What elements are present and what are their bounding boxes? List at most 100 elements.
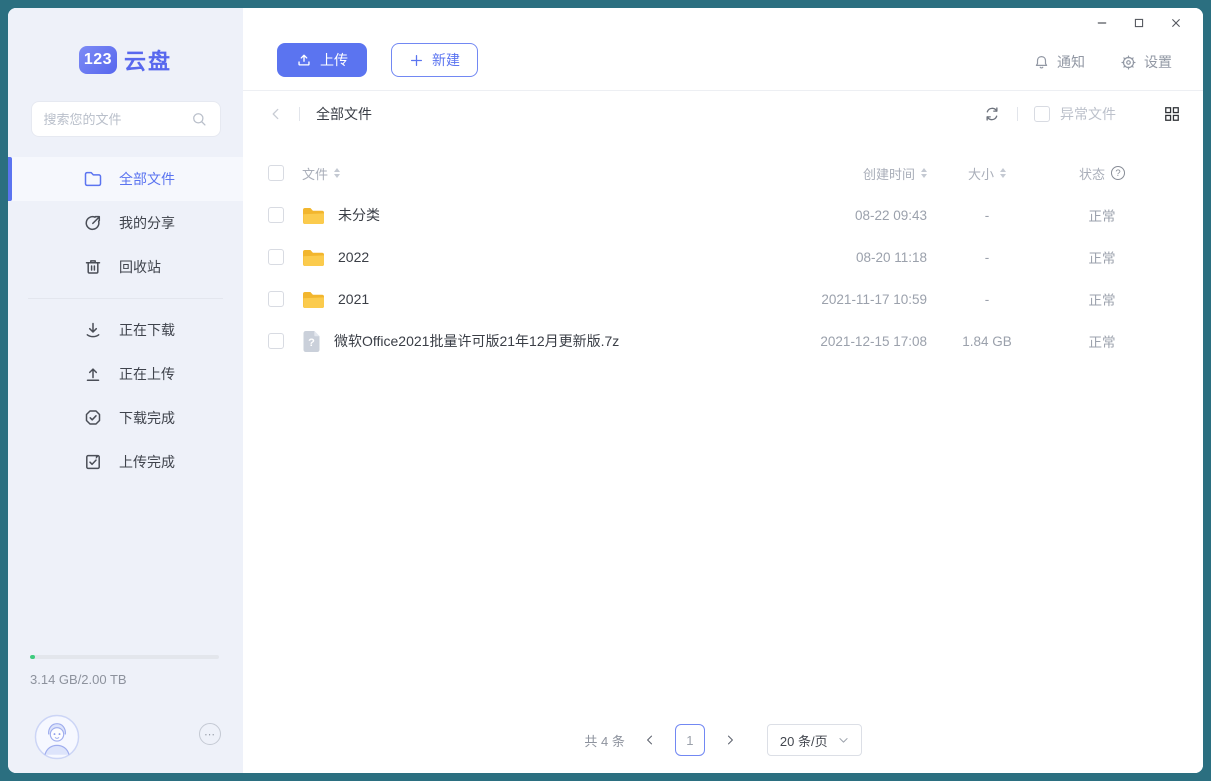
new-button-label: 新建 xyxy=(432,50,460,70)
logo-text: 云盘 xyxy=(124,44,172,76)
search-input[interactable] xyxy=(44,112,191,127)
sidebar-item-download-done[interactable]: 下载完成 xyxy=(8,396,243,440)
sidebar-item-label: 下载完成 xyxy=(119,408,175,428)
row-checkbox[interactable] xyxy=(268,291,284,307)
row-checkbox[interactable] xyxy=(268,249,284,265)
folder-icon xyxy=(302,290,325,309)
column-header-size[interactable]: 大小 xyxy=(927,164,1047,183)
sidebar-item-label: 我的分享 xyxy=(119,213,175,233)
sidebar-item-upload-done[interactable]: 上传完成 xyxy=(8,440,243,484)
close-button[interactable] xyxy=(1169,16,1183,30)
row-checkbox[interactable] xyxy=(268,333,284,349)
unknown-file-icon: ? xyxy=(302,330,321,353)
more-options-button[interactable]: ⋯ xyxy=(199,723,221,745)
sort-icon[interactable] xyxy=(334,168,340,178)
search-box[interactable] xyxy=(31,101,221,137)
column-header-label: 状态 xyxy=(1079,164,1105,183)
downloading-icon xyxy=(83,320,103,340)
column-header-label: 创建时间 xyxy=(863,164,915,183)
status-cell: 正常 xyxy=(1047,247,1157,267)
top-right-menu: 通知 设置 xyxy=(1033,52,1172,72)
storage-quota: 3.14 GB/2.00 TB xyxy=(30,655,219,687)
refresh-icon[interactable] xyxy=(983,105,1001,123)
main-panel: 上传 新建 通知 设置 全部文件 xyxy=(243,8,1203,773)
notifications-button[interactable]: 通知 xyxy=(1033,52,1085,72)
table-row[interactable]: 2021 2021-11-17 10:59 - 正常 xyxy=(243,278,1203,320)
sidebar-item-recycle-bin[interactable]: 回收站 xyxy=(8,245,243,289)
table-header: 文件 创建时间 大小 状态 ? xyxy=(243,158,1203,188)
prev-page-icon[interactable] xyxy=(644,734,656,746)
table-row[interactable]: 未分类 08-22 09:43 - 正常 xyxy=(243,194,1203,236)
sidebar: 123 云盘 全部文件 我的分享 回收站 正在下载 xyxy=(8,8,243,773)
sidebar-item-uploading[interactable]: 正在上传 xyxy=(8,352,243,396)
toolbar-divider xyxy=(299,107,300,121)
column-header-label: 大小 xyxy=(968,164,994,183)
notifications-label: 通知 xyxy=(1057,52,1085,72)
page-size-value: 20 条/页 xyxy=(780,731,828,750)
file-name[interactable]: 2021 xyxy=(338,291,369,307)
sort-icon[interactable] xyxy=(1000,168,1006,178)
page-size-select[interactable]: 20 条/页 xyxy=(767,724,862,756)
upload-button[interactable]: 上传 xyxy=(277,43,367,77)
column-header-file[interactable]: 文件 xyxy=(284,164,747,183)
next-page-icon[interactable] xyxy=(724,734,736,746)
select-all-checkbox[interactable] xyxy=(268,165,284,181)
storage-usage-text: 3.14 GB/2.00 TB xyxy=(30,672,219,687)
column-header-created[interactable]: 创建时间 xyxy=(747,164,927,183)
upload-icon xyxy=(296,52,312,68)
toolbar-right: 异常文件 xyxy=(983,104,1180,124)
grid-view-icon[interactable] xyxy=(1164,106,1180,122)
app-window: 123 云盘 全部文件 我的分享 回收站 正在下载 xyxy=(8,8,1203,773)
toolbar-divider xyxy=(1017,107,1018,121)
created-cell: 2021-11-17 10:59 xyxy=(747,292,927,307)
ellipsis-icon: ⋯ xyxy=(204,728,216,741)
trash-icon xyxy=(83,257,103,277)
question-glyph: ? xyxy=(302,330,321,353)
status-cell: 正常 xyxy=(1047,289,1157,309)
page-number-button[interactable]: 1 xyxy=(675,724,705,756)
plus-icon xyxy=(409,53,424,68)
maximize-button[interactable] xyxy=(1132,16,1146,30)
created-cell: 08-20 11:18 xyxy=(747,250,927,265)
back-chevron-icon[interactable] xyxy=(269,107,283,121)
breadcrumb[interactable]: 全部文件 xyxy=(316,104,372,124)
file-name-cell[interactable]: 2021 xyxy=(284,290,747,309)
storage-progress-fill xyxy=(30,655,35,659)
storage-progress-bar xyxy=(30,655,219,659)
primary-actions: 上传 新建 xyxy=(277,43,478,77)
abnormal-files-label[interactable]: 异常文件 xyxy=(1060,104,1116,124)
created-cell: 08-22 09:43 xyxy=(747,208,927,223)
file-name-cell[interactable]: ? 微软Office2021批量许可版21年12月更新版.7z xyxy=(284,330,747,353)
question-glyph: ? xyxy=(1115,168,1120,179)
column-header-status[interactable]: 状态 ? xyxy=(1047,164,1157,183)
folder-icon xyxy=(83,169,103,189)
size-cell: 1.84 GB xyxy=(927,334,1047,349)
pagination: 共 4 条 1 20 条/页 xyxy=(243,724,1203,756)
file-name-cell[interactable]: 未分类 xyxy=(284,205,747,225)
sidebar-item-my-shares[interactable]: 我的分享 xyxy=(8,201,243,245)
new-button[interactable]: 新建 xyxy=(391,43,478,77)
user-avatar[interactable] xyxy=(34,714,80,760)
file-name[interactable]: 2022 xyxy=(338,249,369,265)
row-checkbox[interactable] xyxy=(268,207,284,223)
table-row[interactable]: 2022 08-20 11:18 - 正常 xyxy=(243,236,1203,278)
file-list: 未分类 08-22 09:43 - 正常 2022 08-20 11:18 - … xyxy=(243,194,1203,362)
settings-button[interactable]: 设置 xyxy=(1120,52,1172,72)
folder-icon xyxy=(302,206,325,225)
file-name[interactable]: 未分类 xyxy=(338,205,380,225)
sidebar-item-all-files[interactable]: 全部文件 xyxy=(8,157,243,201)
created-cell: 2021-12-15 17:08 xyxy=(747,334,927,349)
pagination-total: 共 4 条 xyxy=(584,731,624,750)
abnormal-files-checkbox[interactable] xyxy=(1034,106,1050,122)
file-name-cell[interactable]: 2022 xyxy=(284,248,747,267)
question-circle-icon[interactable]: ? xyxy=(1111,166,1125,180)
search-icon[interactable] xyxy=(191,111,208,128)
minimize-button[interactable] xyxy=(1095,16,1109,30)
sidebar-nav: 全部文件 我的分享 回收站 正在下载 正在上传 下载完成 xyxy=(8,157,243,484)
bell-icon xyxy=(1033,54,1050,71)
uploading-icon xyxy=(83,364,103,384)
sidebar-item-downloading[interactable]: 正在下载 xyxy=(8,308,243,352)
table-row[interactable]: ? 微软Office2021批量许可版21年12月更新版.7z 2021-12-… xyxy=(243,320,1203,362)
status-cell: 正常 xyxy=(1047,331,1157,351)
file-name[interactable]: 微软Office2021批量许可版21年12月更新版.7z xyxy=(334,331,619,351)
